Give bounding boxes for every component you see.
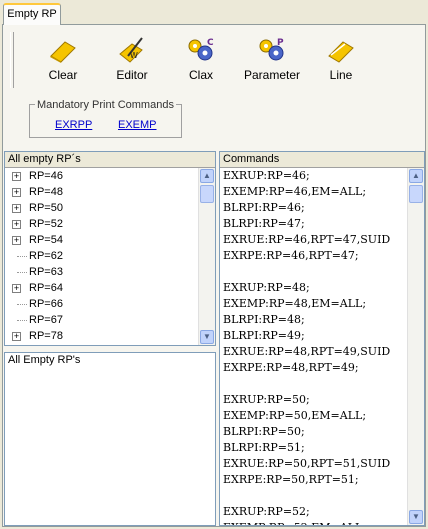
editor-pencil-icon: W xyxy=(119,37,143,63)
clax-button[interactable]: C Clax xyxy=(170,32,232,90)
command-line: EXRUP:RP=50; xyxy=(223,393,310,406)
clear-button[interactable]: Clear xyxy=(34,32,92,90)
tree-item-label: RP=78 xyxy=(29,330,63,342)
tree-item-label: RP=62 xyxy=(29,250,63,262)
tree-item[interactable]: + RP=54 xyxy=(5,232,199,248)
command-line: EXEMP:RP=46,EM=ALL; xyxy=(223,185,367,198)
mandatory-print-title: Mandatory Print Commands xyxy=(35,99,176,111)
tree-item-label: RP=52 xyxy=(29,218,63,230)
empty-rp-tree: + RP=46 + RP=48 + RP=50 + RP=52 + RP=54 RP=62 RP=63… xyxy=(5,168,199,345)
commands-header: Commands xyxy=(220,152,424,168)
command-line: EXRUP:RP=52; xyxy=(223,505,310,518)
command-line: EXRUP:RP=48; xyxy=(223,281,310,294)
empty-rp-list-panel: All empty RP´s + RP=46 + RP=48 + RP=50 + RP=52 +… xyxy=(4,151,216,346)
tree-item[interactable]: RP=67 xyxy=(5,312,199,328)
tree-item[interactable]: RP=62 xyxy=(5,248,199,264)
expand-plus-icon[interactable]: + xyxy=(12,284,21,293)
tree-item[interactable]: + RP=46 xyxy=(5,168,199,184)
tree-item[interactable]: RP=66 xyxy=(5,296,199,312)
tree-item-label: RP=46 xyxy=(29,170,63,182)
tree-item[interactable]: + RP=52 xyxy=(5,216,199,232)
tree-item-label: RP=67 xyxy=(29,314,63,326)
svg-text:C: C xyxy=(207,38,214,48)
command-line: BLRPI:RP=46; xyxy=(223,201,305,214)
command-line: EXRPE:RP=48,RPT=49; xyxy=(223,361,359,374)
toolbar-grip[interactable] xyxy=(10,32,14,88)
command-line: BLRPI:RP=47; xyxy=(223,217,305,230)
command-line xyxy=(223,376,406,392)
tree-connector xyxy=(17,304,27,305)
scroll-thumb[interactable] xyxy=(409,185,423,203)
expand-plus-icon[interactable]: + xyxy=(12,172,21,181)
exemp-link[interactable]: EXEMP xyxy=(118,119,157,131)
scroll-down-arrow-icon[interactable]: ▼ xyxy=(409,510,423,524)
tree-connector xyxy=(17,256,27,257)
command-line: BLRPI:RP=50; xyxy=(223,425,305,438)
tree-item[interactable]: + RP=48 xyxy=(5,184,199,200)
clax-gears-icon: C xyxy=(188,38,214,61)
tree-item[interactable]: + RP=78 xyxy=(5,328,199,344)
tree-item-label: RP=64 xyxy=(29,282,63,294)
tree-item-label: RP=63 xyxy=(29,266,63,278)
eraser-icon xyxy=(50,41,76,63)
command-line xyxy=(223,488,406,504)
commands-scrollbar[interactable]: ▲ ▼ xyxy=(407,168,424,525)
commands-text[interactable]: EXRUP:RP=46; EXEMP:RP=46,EM=ALL; BLRPI:RP=… xyxy=(223,168,406,525)
tree-item-label: RP=48 xyxy=(29,186,63,198)
empty-rp-list-header: All empty RP´s xyxy=(5,152,215,168)
tree-connector xyxy=(17,320,27,321)
command-line: EXRUP:RP=46; xyxy=(223,169,310,182)
tree-connector xyxy=(17,272,27,273)
command-line: BLRPI:RP=48; xyxy=(223,313,305,326)
command-line: EXRPE:RP=46,RPT=47; xyxy=(223,249,359,262)
command-line xyxy=(223,264,406,280)
command-line: BLRPI:RP=51; xyxy=(223,441,305,454)
parameter-gears-icon: P xyxy=(259,38,284,61)
expand-plus-icon[interactable]: + xyxy=(12,220,21,229)
scroll-up-arrow-icon[interactable]: ▲ xyxy=(200,169,214,183)
expand-plus-icon[interactable]: + xyxy=(12,204,21,213)
line-eraser-icon xyxy=(328,41,354,63)
scroll-down-arrow-icon[interactable]: ▼ xyxy=(200,330,214,344)
command-line: EXRUE:RP=46,RPT=47,SUID xyxy=(223,233,391,246)
command-line: EXRUE:RP=50,RPT=51,SUID xyxy=(223,457,391,470)
scroll-thumb[interactable] xyxy=(200,185,214,203)
expand-plus-icon[interactable]: + xyxy=(12,332,21,341)
tree-item[interactable]: RP=63 xyxy=(5,264,199,280)
tree-item[interactable]: + RP=50 xyxy=(5,200,199,216)
tree-item-label: RP=66 xyxy=(29,298,63,310)
command-line: EXRUE:RP=48,RPT=49,SUID xyxy=(223,345,391,358)
command-line: EXRPE:RP=50,RPT=51; xyxy=(223,473,359,486)
tree-item-label: RP=54 xyxy=(29,234,63,246)
scroll-up-arrow-icon[interactable]: ▲ xyxy=(409,169,423,183)
svg-text:W: W xyxy=(130,51,138,60)
empty-rp-scrollbar[interactable]: ▲ ▼ xyxy=(198,168,215,345)
command-line: BLRPI:RP=49; xyxy=(223,329,305,342)
expand-plus-icon[interactable]: + xyxy=(12,188,21,197)
command-line: EXEMP:RP=52,EM=ALL; xyxy=(223,520,406,525)
all-empty-rps-panel: All Empty RP's xyxy=(4,352,216,526)
command-line: EXEMP:RP=48,EM=ALL; xyxy=(223,297,367,310)
editor-button[interactable]: W Editor xyxy=(104,32,160,90)
tree-item-label: RP=50 xyxy=(29,202,63,214)
all-empty-rps-header: All Empty RP's xyxy=(5,353,215,368)
command-line: EXEMP:RP=50,EM=ALL; xyxy=(223,409,367,422)
commands-panel: Commands EXRUP:RP=46; EXEMP:RP=46,EM=ALL;… xyxy=(219,151,425,526)
toolbar: Clear W Editor C Clax P Parameter Line xyxy=(10,30,422,92)
svg-text:P: P xyxy=(277,38,284,48)
tab-empty-rp[interactable]: Empty RP xyxy=(3,3,61,25)
exrpp-link[interactable]: EXRPP xyxy=(55,119,92,131)
parameter-button[interactable]: P Parameter xyxy=(236,32,308,90)
line-button[interactable]: Line xyxy=(316,32,366,90)
tree-item[interactable]: + RP=64 xyxy=(5,280,199,296)
expand-plus-icon[interactable]: + xyxy=(12,236,21,245)
